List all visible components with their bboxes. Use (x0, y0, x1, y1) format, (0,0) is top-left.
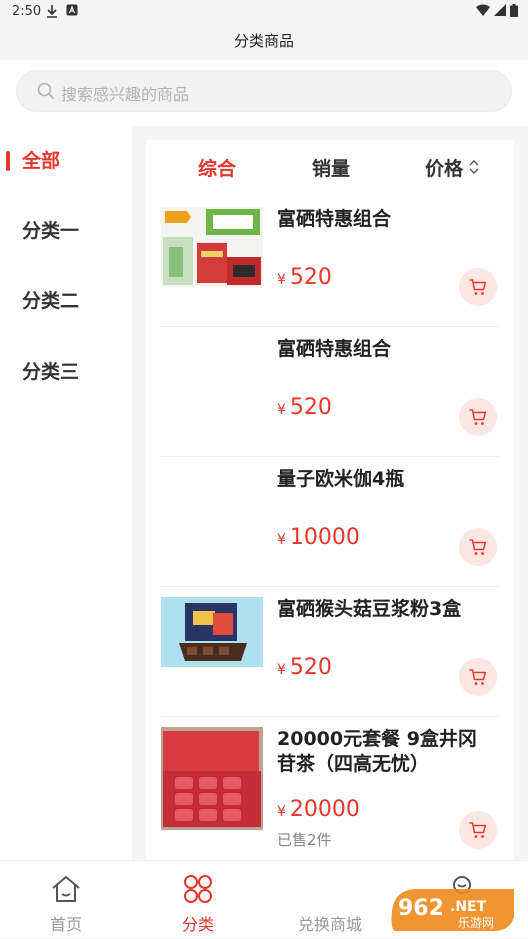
price-value: 520 (289, 265, 332, 290)
sidebar-item-all[interactable]: 全部 (0, 141, 132, 181)
sidebar-item-category-1[interactable]: 分类一 (0, 211, 132, 251)
product-name: 富硒特惠组合 (277, 208, 392, 230)
tab-exchange-mall[interactable]: 兑换商城 (264, 861, 396, 939)
tab-label: 首页 (49, 915, 82, 934)
cart-icon (469, 822, 487, 838)
currency-symbol: ¥ (277, 272, 286, 288)
product-name: 量子欧米伽4瓶 (277, 468, 405, 490)
cart-icon (469, 279, 487, 295)
svg-text:962: 962 (398, 896, 444, 921)
product-name: 富硒特惠组合 (277, 338, 392, 360)
product-panel: 综合 销量 价格 富硒特惠组合 ¥ 520 富硒特惠组合 ¥ 520 量子欧米伽… (146, 140, 514, 860)
sort-tab-price[interactable]: 价格 (425, 154, 463, 181)
tab-category[interactable]: 分类 (132, 861, 264, 939)
currency-symbol: ¥ (277, 662, 286, 678)
battery-icon (510, 4, 518, 20)
product-price: ¥10000 (277, 525, 360, 550)
product-card[interactable]: 20000元套餐 9盒井冈苷茶（四高无忧） ¥20000 已售2件 (146, 717, 514, 860)
product-image (161, 727, 263, 830)
sort-bar: 综合 销量 价格 (146, 140, 514, 196)
product-card[interactable]: 富硒猴头菇豆浆粉3盒 ¥520 (146, 587, 514, 717)
product-image (161, 597, 263, 667)
tab-label: 兑换商城 (297, 915, 362, 934)
product-price: ¥520 (277, 395, 332, 420)
price-value: 20000 (289, 797, 360, 822)
sort-tab-sales[interactable]: 销量 (312, 154, 350, 181)
tab-home[interactable]: 首页 (0, 861, 132, 939)
signal-icon (494, 4, 506, 19)
status-bar: 2:50 (0, 0, 528, 24)
tab-label: 分类 (181, 915, 214, 934)
price-value: 520 (289, 655, 332, 680)
product-price: ¥520 (277, 265, 332, 290)
sidebar-item-category-2[interactable]: 分类二 (0, 281, 132, 321)
svg-text:.NET: .NET (450, 899, 487, 915)
category-sidebar: 全部 分类一 分类二 分类三 (0, 126, 132, 860)
wifi-icon (476, 4, 490, 19)
product-card[interactable]: 富硒特惠组合 ¥520 (146, 327, 514, 457)
cart-icon (469, 539, 487, 555)
search-input[interactable]: 搜索感兴趣的商品 (16, 70, 512, 112)
sidebar-item-label: 分类三 (22, 361, 80, 383)
cart-icon (469, 409, 487, 425)
sidebar-item-category-3[interactable]: 分类三 (0, 352, 132, 392)
grid-icon (184, 875, 212, 903)
svg-text:乐游网: 乐游网 (458, 916, 494, 930)
product-name: 富硒猴头菇豆浆粉3盒 (277, 598, 462, 620)
add-to-cart-button[interactable] (459, 528, 497, 566)
product-image (161, 207, 263, 287)
product-card[interactable]: 量子欧米伽4瓶 ¥10000 (146, 457, 514, 587)
download-icon (46, 4, 58, 21)
add-to-cart-button[interactable] (459, 398, 497, 436)
sidebar-item-label: 分类一 (22, 220, 80, 242)
product-price: ¥20000 (277, 797, 360, 822)
sort-tab-comprehensive[interactable]: 综合 (198, 154, 236, 181)
add-to-cart-button[interactable] (459, 658, 497, 696)
status-time: 2:50 (12, 4, 42, 19)
active-indicator (6, 151, 10, 171)
watermark-logo: 962 .NET 乐游网 (388, 885, 523, 933)
currency-symbol: ¥ (277, 402, 286, 418)
currency-symbol: ¥ (277, 804, 286, 820)
product-card[interactable]: 富硒特惠组合 ¥520 (146, 197, 514, 327)
product-price: ¥520 (277, 655, 332, 680)
app-notification-icon (66, 4, 78, 19)
currency-symbol: ¥ (277, 532, 286, 548)
cart-icon (469, 669, 487, 685)
home-icon (52, 876, 80, 902)
product-name: 20000元套餐 9盒井冈苷茶（四高无忧） (277, 728, 477, 775)
sidebar-item-label: 全部 (22, 150, 61, 172)
search-placeholder: 搜索感兴趣的商品 (61, 85, 190, 104)
price-value: 10000 (289, 525, 360, 550)
add-to-cart-button[interactable] (459, 268, 497, 306)
sold-count: 已售2件 (277, 831, 332, 849)
sort-caret-icon (469, 160, 479, 174)
sidebar-item-label: 分类二 (22, 290, 80, 312)
price-value: 520 (289, 395, 332, 420)
page-title: 分类商品 (0, 24, 528, 60)
product-area: 综合 销量 价格 富硒特惠组合 ¥ 520 富硒特惠组合 ¥ 520 量子欧米伽… (132, 126, 528, 860)
search-icon (37, 82, 55, 100)
search-area: 搜索感兴趣的商品 (0, 60, 528, 126)
add-to-cart-button[interactable] (459, 811, 497, 849)
